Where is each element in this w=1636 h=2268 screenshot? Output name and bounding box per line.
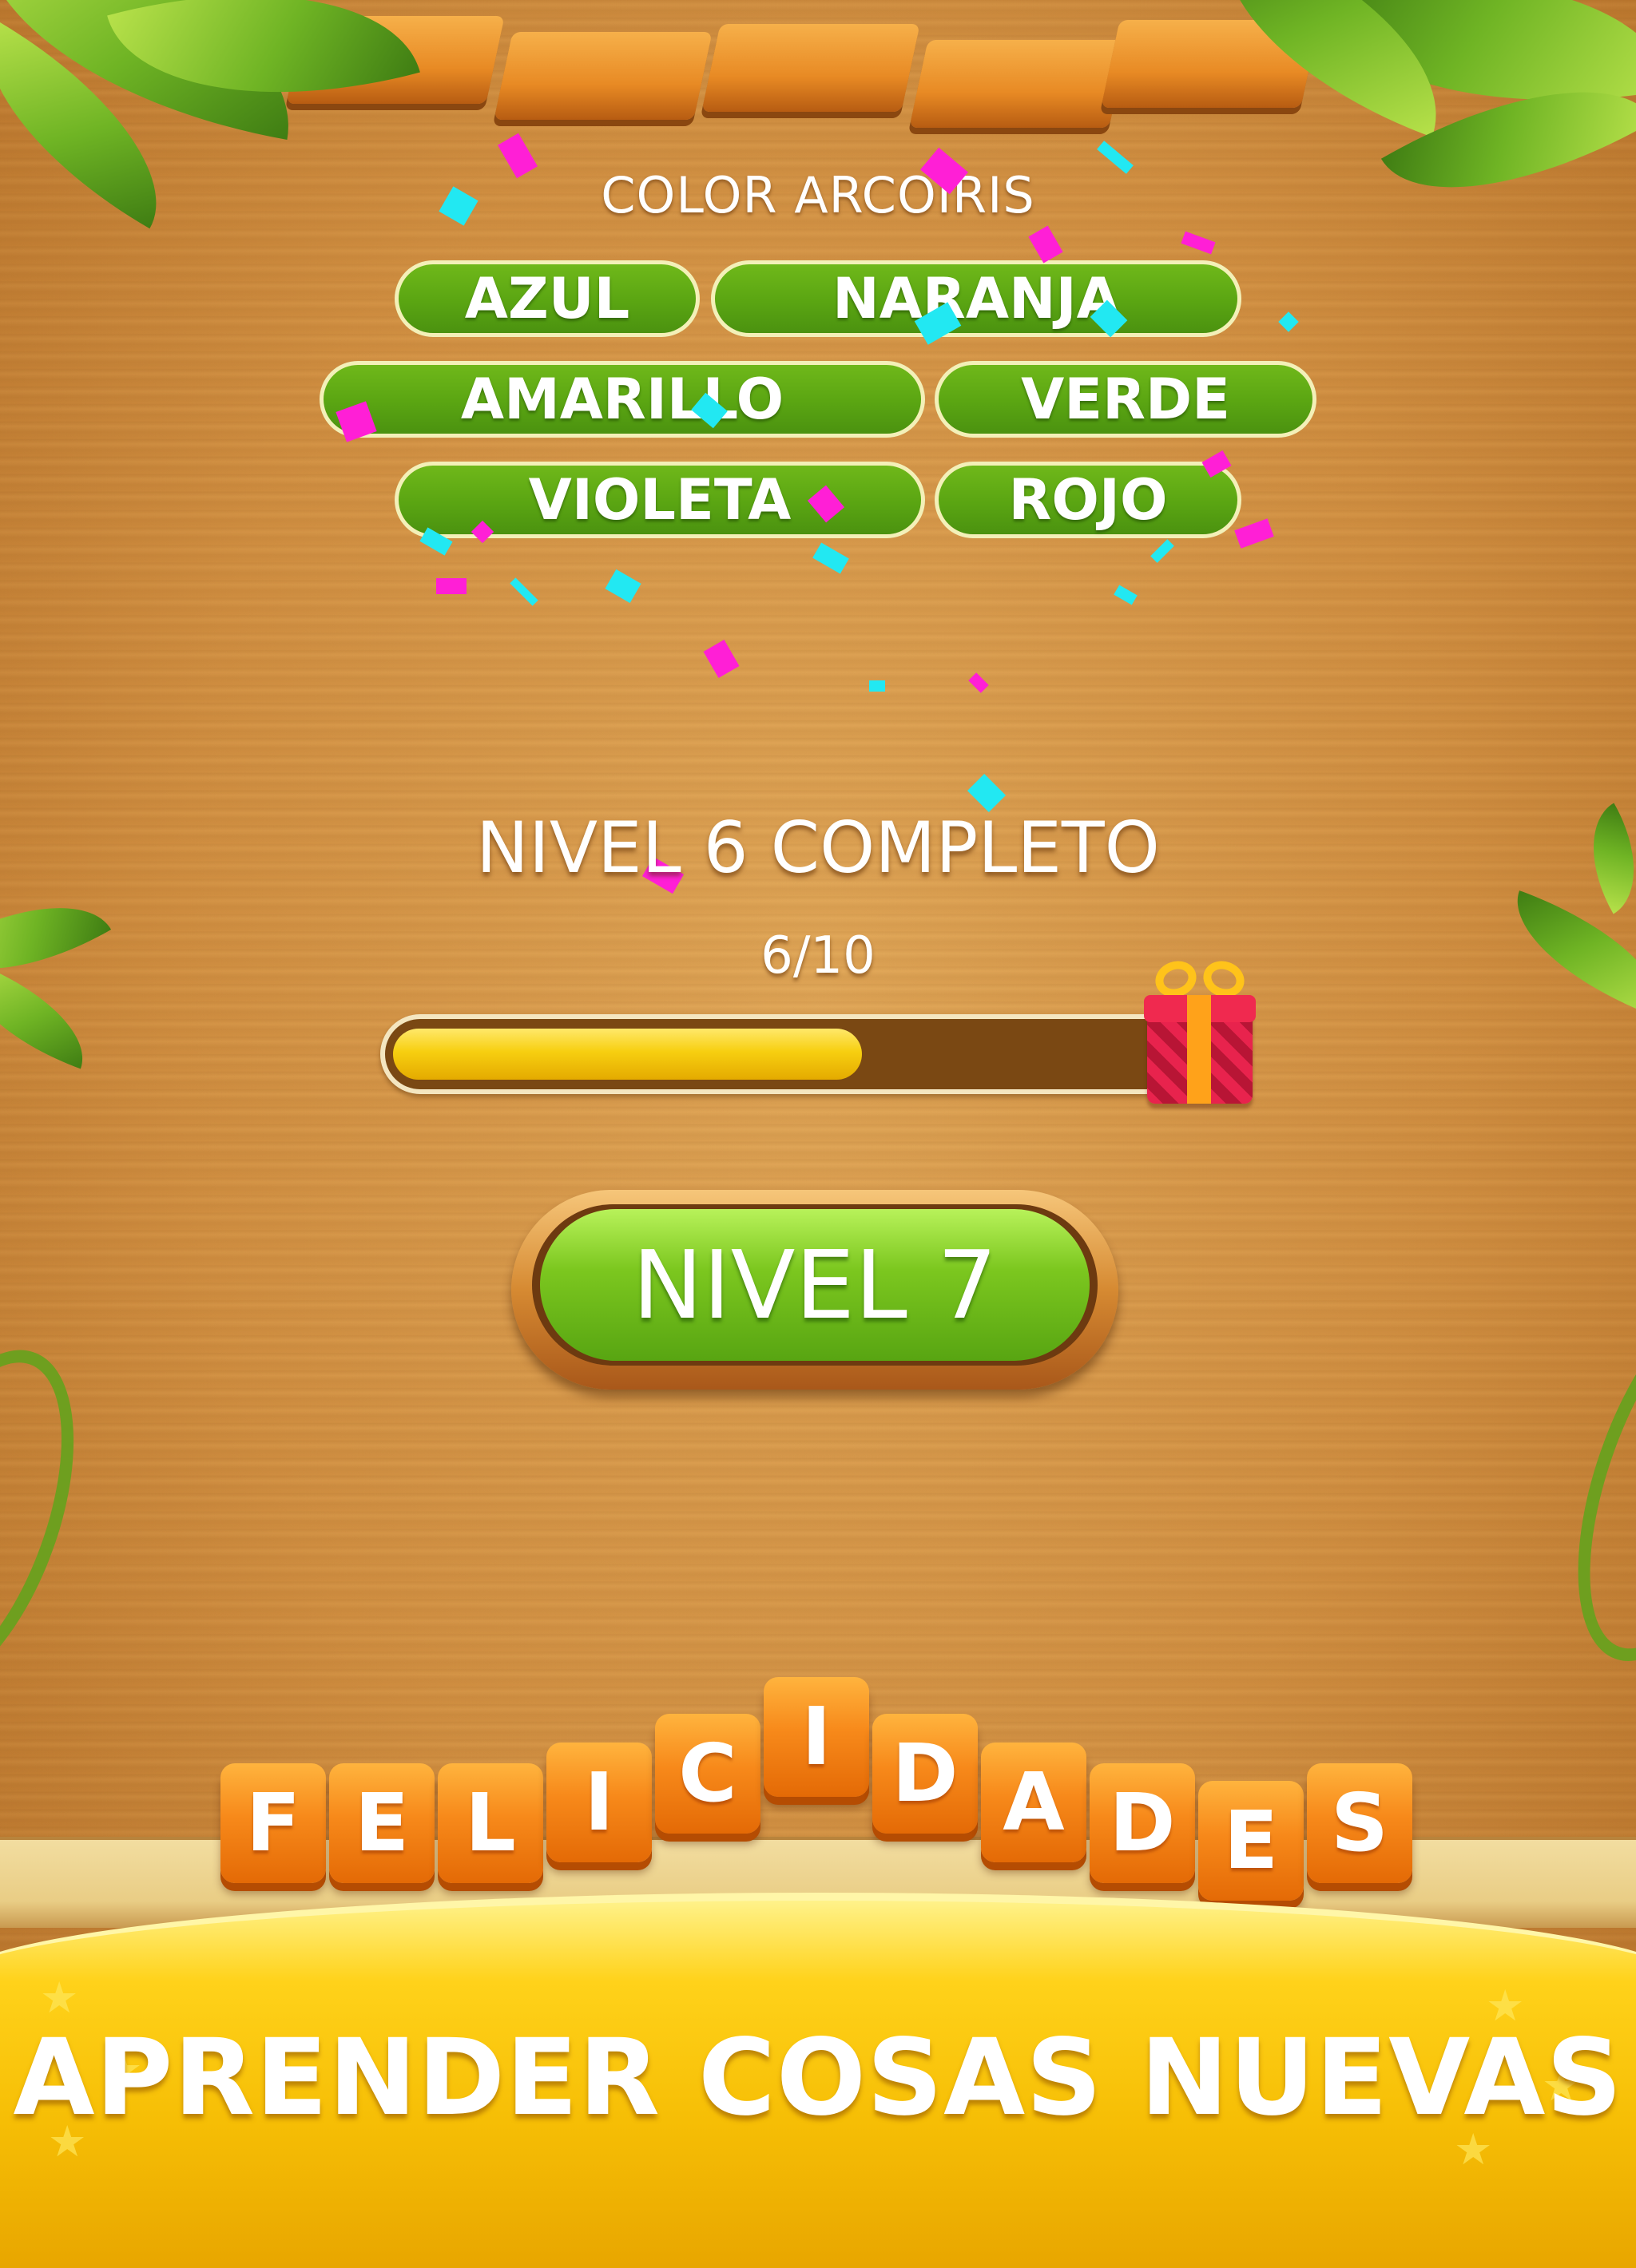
word-chip: VERDE xyxy=(935,361,1316,438)
top-bricks-decoration xyxy=(264,0,1320,128)
letter-tile: E xyxy=(329,1763,435,1883)
progress-count: 6/10 xyxy=(760,926,876,985)
letter-tile: E xyxy=(1198,1781,1304,1901)
word-chip: AZUL xyxy=(395,260,700,337)
word-chip: AMARILLO xyxy=(320,361,925,438)
word-chip: VIOLETA xyxy=(395,462,925,538)
letter-tile: F xyxy=(220,1763,326,1883)
letter-tile: S xyxy=(1307,1763,1412,1883)
next-level-button[interactable]: NIVEL 7 xyxy=(540,1209,1090,1361)
letter-tile: A xyxy=(981,1743,1086,1862)
letter-tile: D xyxy=(1090,1763,1195,1883)
category-title: COLOR ARCOIRIS xyxy=(601,166,1035,224)
gift-icon[interactable] xyxy=(1144,955,1256,1110)
letter-tile: C xyxy=(655,1714,760,1834)
letter-tile: L xyxy=(438,1763,543,1883)
star-decoration: ★ xyxy=(40,1973,79,2023)
level-complete-title: NIVEL 6 COMPLETO xyxy=(476,807,1160,889)
word-chip: NARANJA xyxy=(711,260,1241,337)
letter-tile: D xyxy=(872,1714,978,1834)
vine-decoration xyxy=(0,1323,114,1721)
tagline: APRENDER COSAS NUEVAS xyxy=(13,2016,1623,2139)
game-screen: COLOR ARCOIRIS AZUL NARANJA AMARILLO VER… xyxy=(0,0,1636,2268)
vine-decoration xyxy=(1535,1260,1636,1688)
progress-bar xyxy=(380,1014,1187,1094)
letter-tile: I xyxy=(764,1677,869,1797)
letter-tile: I xyxy=(546,1743,652,1862)
word-chip: ROJO xyxy=(935,462,1241,538)
progress-fill xyxy=(393,1029,862,1080)
